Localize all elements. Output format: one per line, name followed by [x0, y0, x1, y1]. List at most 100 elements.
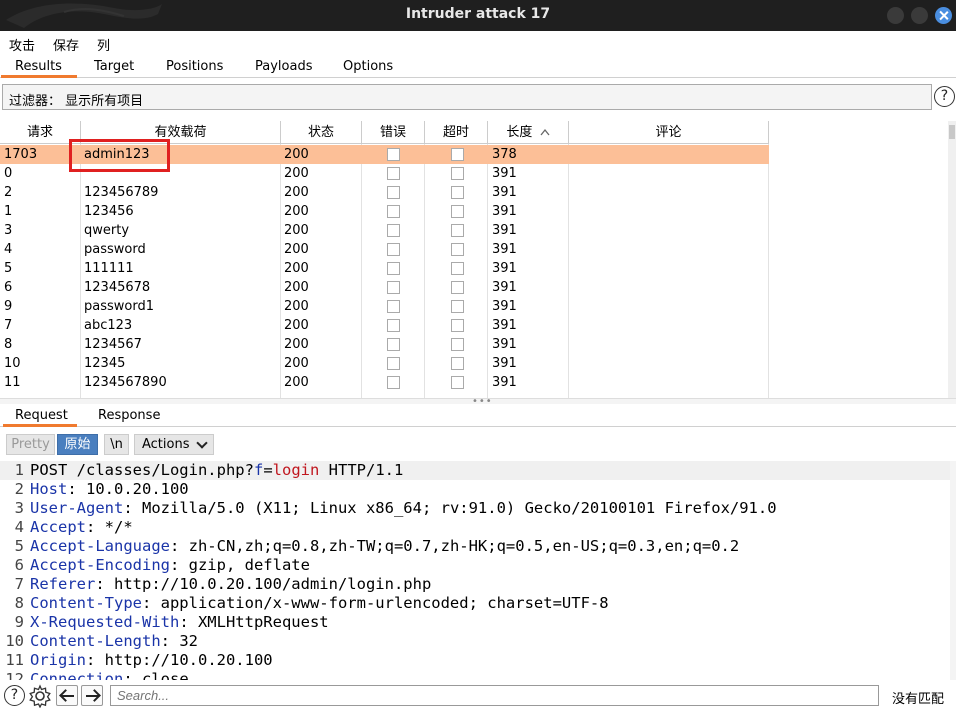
minimize-button[interactable] — [887, 7, 904, 24]
cell-payload: 12345678 — [84, 280, 151, 295]
menu-attack[interactable]: 攻击 — [9, 35, 35, 54]
header-key: Connection — [30, 670, 124, 680]
previous-match-button[interactable] — [56, 685, 78, 706]
code-fragment: : gzip, deflate — [169, 556, 310, 574]
col-header-length-label: 长度 — [506, 125, 533, 140]
filter-bar[interactable]: 过滤器： 显示所有项目 — [2, 84, 932, 110]
cell-payload: password1 — [84, 299, 154, 314]
table-row[interactable]: 9 password1 200 391 — [0, 297, 769, 316]
raw-button[interactable]: 原始 — [57, 434, 98, 455]
cell-request: 3 — [4, 223, 13, 238]
cell-length: 391 — [492, 375, 517, 390]
editor-scrollbar[interactable] — [950, 461, 956, 680]
table-row[interactable]: 7 abc123 200 391 — [0, 316, 769, 335]
cell-length: 391 — [492, 318, 517, 333]
menu-save[interactable]: 保存 — [53, 35, 79, 54]
cell-length: 391 — [492, 185, 517, 200]
header-key: Origin — [30, 651, 86, 669]
col-header-timeout[interactable]: 超时 — [425, 121, 488, 144]
code-fragment: : 10.0.20.100 — [67, 480, 189, 498]
line-number: 3 — [14, 499, 24, 517]
scrollbar-thumb[interactable] — [949, 125, 955, 139]
next-match-button[interactable] — [81, 685, 103, 706]
help-icon-bottom[interactable]: ? — [4, 685, 25, 706]
table-row[interactable]: 5 111111 200 391 — [0, 259, 769, 278]
col-header-error[interactable]: 错误 — [362, 121, 425, 144]
request-editor[interactable]: 1 POST /classes/Login.php?f=login HTTP/1.… — [0, 461, 950, 680]
cell-length: 391 — [492, 337, 517, 352]
active-tab-indicator — [1, 75, 77, 78]
cell-length: 378 — [492, 147, 517, 162]
code-text: Origin: http://10.0.20.100 — [30, 651, 273, 670]
search-input[interactable] — [110, 685, 879, 706]
tab-response[interactable]: Response — [98, 408, 160, 423]
error-checkbox — [387, 148, 400, 161]
error-checkbox — [387, 300, 400, 313]
line-number: 8 — [14, 594, 24, 612]
filter-label: 过滤器： 显示所有项目 — [9, 94, 144, 109]
window-title: Intruder attack 17 — [405, 6, 551, 22]
pane-splitter[interactable]: ••• — [0, 396, 956, 407]
cell-payload: 1234567890 — [84, 375, 167, 390]
cell-payload: password — [84, 242, 146, 257]
cell-length: 391 — [492, 242, 517, 257]
code-line: 7 Referer: http://10.0.20.100/admin/login… — [0, 575, 950, 594]
table-row[interactable]: 8 1234567 200 391 — [0, 335, 769, 354]
active-subtab-indicator — [3, 424, 77, 427]
cell-request: 8 — [4, 337, 13, 352]
tab-request[interactable]: Request — [15, 408, 68, 423]
cell-status: 200 — [284, 166, 309, 181]
table-scrollbar[interactable] — [948, 121, 956, 398]
header-key: X-Requested-With — [30, 613, 180, 631]
tab-payloads[interactable]: Payloads — [255, 59, 312, 74]
error-checkbox — [387, 224, 400, 237]
cell-request: 6 — [4, 280, 13, 295]
col-header-length[interactable]: 长度 — [488, 121, 569, 144]
tab-results[interactable]: Results — [15, 59, 62, 74]
code-line: 2 Host: 10.0.20.100 — [0, 480, 950, 499]
code-line: 12 Connection: close — [0, 670, 950, 680]
table-row[interactable]: 11 1234567890 200 391 — [0, 373, 769, 392]
col-header-status[interactable]: 状态 — [281, 121, 362, 144]
table-row[interactable]: 2 123456789 200 391 — [0, 183, 769, 202]
cell-status: 200 — [284, 375, 309, 390]
tab-options[interactable]: Options — [343, 59, 393, 74]
cell-length: 391 — [492, 356, 517, 371]
table-row[interactable]: 10 12345 200 391 — [0, 354, 769, 373]
sort-ascending-icon — [540, 128, 550, 136]
pretty-button[interactable]: Pretty — [6, 434, 55, 455]
header-key: Accept-Language — [30, 537, 170, 555]
maximize-button[interactable] — [911, 7, 928, 24]
cell-status: 200 — [284, 356, 309, 371]
table-row[interactable]: 4 password 200 391 — [0, 240, 769, 259]
code-text: Referer: http://10.0.20.100/admin/login.… — [30, 575, 431, 594]
help-icon[interactable]: ? — [934, 86, 955, 107]
line-number: 7 — [14, 575, 24, 593]
code-fragment: : 32 — [160, 632, 198, 650]
cell-length: 391 — [492, 261, 517, 276]
cell-request: 5 — [4, 261, 13, 276]
line-number: 5 — [14, 537, 24, 555]
close-button[interactable] — [935, 7, 952, 24]
menu-columns[interactable]: 列 — [97, 35, 110, 54]
tab-positions[interactable]: Positions — [166, 59, 223, 74]
table-row[interactable]: 3 qwerty 200 391 — [0, 221, 769, 240]
table-row[interactable]: 6 12345678 200 391 — [0, 278, 769, 297]
col-header-comment[interactable]: 评论 — [569, 121, 769, 144]
error-checkbox — [387, 262, 400, 275]
gear-icon[interactable] — [28, 684, 52, 708]
tab-target[interactable]: Target — [94, 59, 134, 74]
actions-dropdown[interactable]: Actions — [134, 434, 214, 455]
timeout-checkbox — [451, 319, 464, 332]
newline-toggle-button[interactable]: \n — [104, 434, 129, 455]
code-text: User-Agent: Mozilla/5.0 (X11; Linux x86_… — [30, 499, 777, 518]
timeout-checkbox — [451, 262, 464, 275]
code-fragment: POST /classes/Login.php? — [30, 461, 254, 479]
table-row[interactable]: 1 123456 200 391 — [0, 202, 769, 221]
line-number: 9 — [14, 613, 24, 631]
title-bar: Intruder attack 17 — [0, 0, 956, 31]
cell-length: 391 — [492, 280, 517, 295]
error-checkbox — [387, 243, 400, 256]
timeout-checkbox — [451, 338, 464, 351]
cell-length: 391 — [492, 223, 517, 238]
